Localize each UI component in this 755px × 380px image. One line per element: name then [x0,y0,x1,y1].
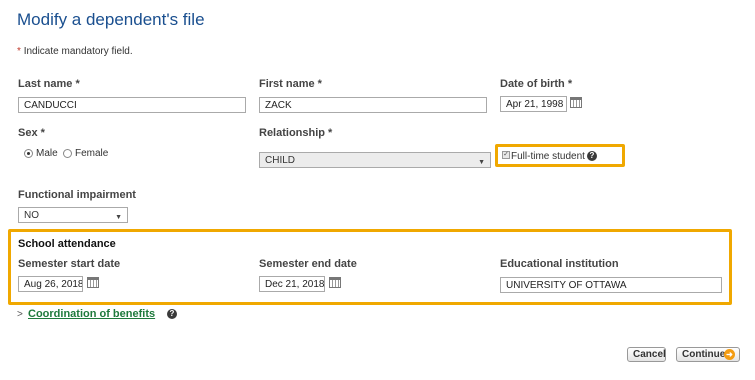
first-name-label: First name * [259,78,322,90]
relationship-label: Relationship * [259,127,333,139]
mandatory-star: * [17,46,21,57]
mandatory-note: * Indicate mandatory field. [17,46,133,57]
semester-end-input[interactable]: Dec 21, 2018 [259,276,325,292]
coordination-link[interactable]: Coordination of benefits [28,308,155,320]
dob-label: Date of birth * [500,78,573,90]
sex-female-radio[interactable] [63,149,72,158]
chevron-right-icon[interactable]: > [17,309,23,320]
continue-label: Continue [682,349,726,360]
semester-end-calendar-icon[interactable] [329,277,341,288]
sex-male-radio[interactable] [24,149,33,158]
institution-label: Educational institution [500,258,619,270]
full-time-label: Full-time student [511,151,585,162]
dob-input[interactable]: Apr 21, 1998 [500,96,567,112]
impairment-value: NO [24,210,39,221]
mandatory-text: Indicate mandatory field. [23,46,133,57]
page-title: Modify a dependent's file [17,10,205,29]
dob-calendar-icon[interactable] [570,97,582,108]
full-time-checkbox[interactable]: ✓ [502,151,510,159]
help-icon[interactable]: ? [587,151,597,161]
sex-male-label: Male [36,148,58,159]
relationship-value: CHILD [265,155,296,166]
last-name-input[interactable]: CANDUCCI [18,97,246,113]
help-icon[interactable]: ? [167,309,177,319]
semester-start-label: Semester start date [18,258,121,270]
school-attendance-heading: School attendance [18,238,116,250]
chevron-down-icon: ▼ [115,214,122,221]
sex-female-label: Female [75,148,109,159]
last-name-label: Last name * [18,78,80,90]
cancel-button[interactable]: Cancel [627,347,666,362]
impairment-label: Functional impairment [18,189,136,201]
chevron-down-icon: ▼ [478,159,485,166]
semester-end-label: Semester end date [259,258,357,270]
sex-label: Sex * [18,127,45,139]
impairment-select[interactable]: NO ▼ [18,207,128,223]
arrow-right-icon: ➜ [724,349,735,360]
first-name-input[interactable]: ZACK [259,97,487,113]
institution-input[interactable]: UNIVERSITY OF OTTAWA [500,277,722,293]
semester-start-input[interactable]: Aug 26, 2018 [18,276,83,292]
relationship-select[interactable]: CHILD ▼ [259,152,491,168]
semester-start-calendar-icon[interactable] [87,277,99,288]
